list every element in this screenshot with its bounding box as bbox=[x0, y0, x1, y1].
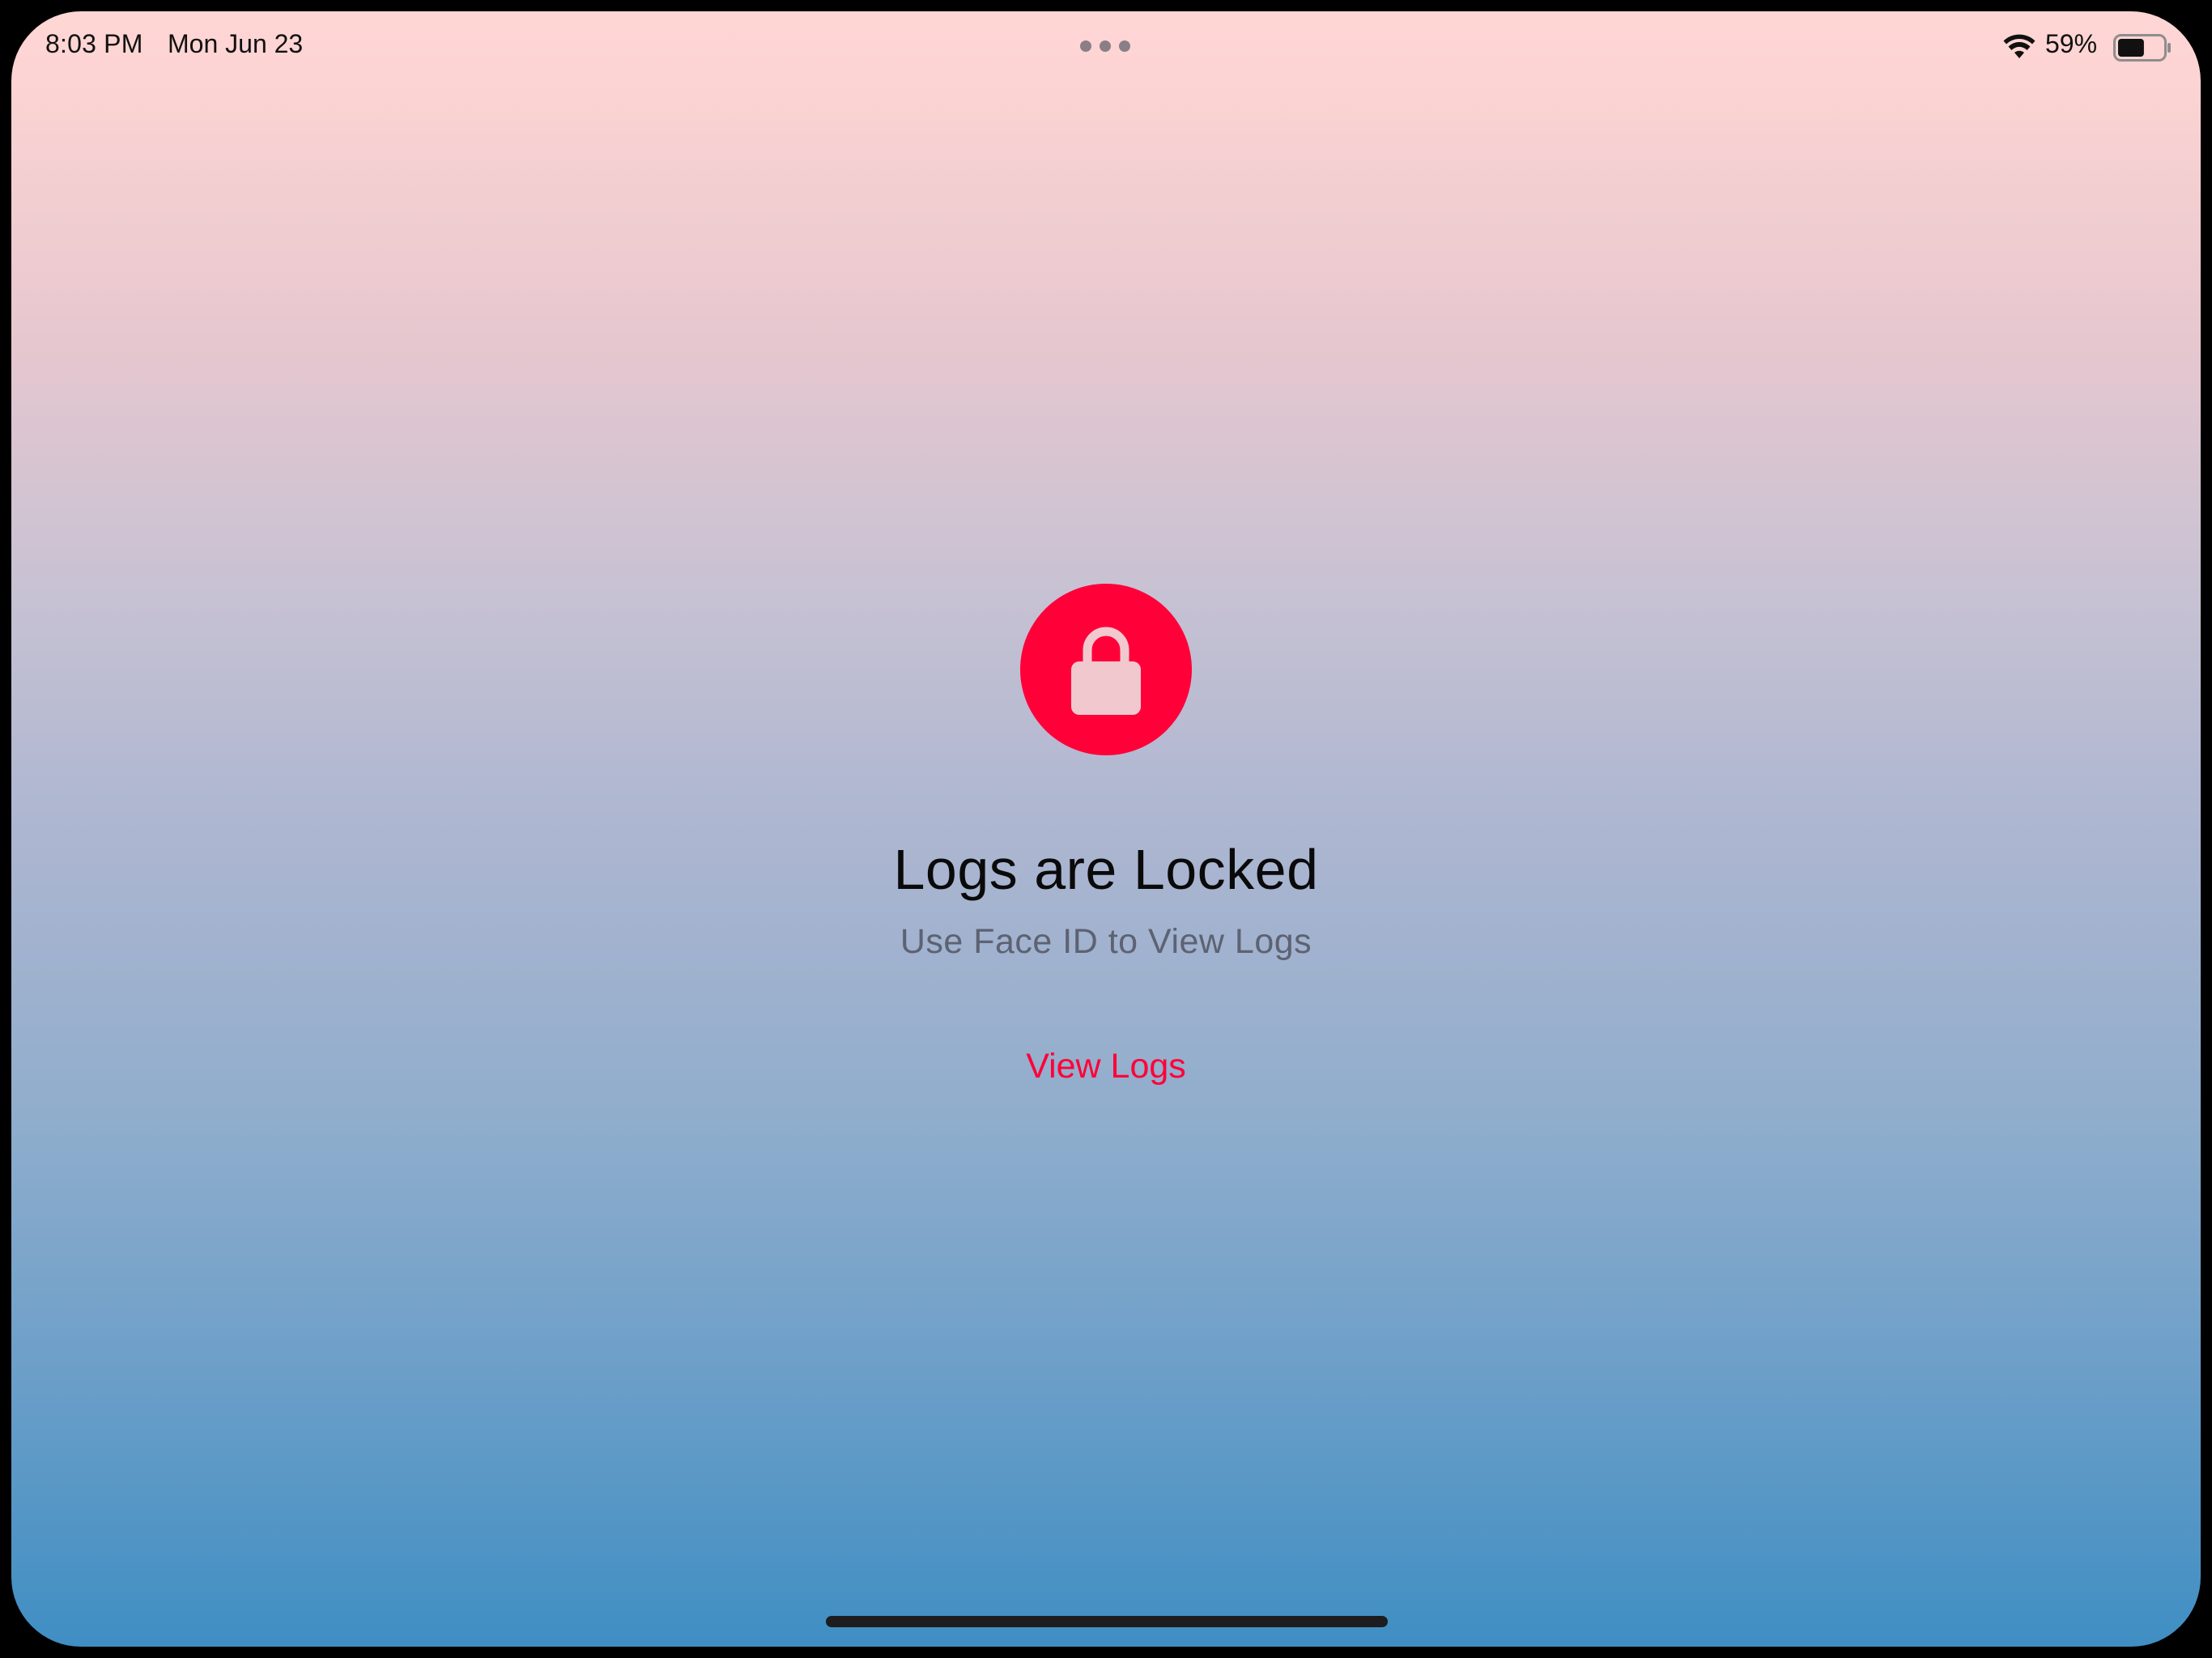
status-bar: 8:03 PM Mon Jun 23 59% bbox=[11, 11, 2201, 76]
battery-percent: 59% bbox=[2045, 29, 2098, 58]
lock-badge bbox=[1020, 584, 1192, 755]
status-time: 8:03 PM bbox=[45, 29, 143, 58]
page-subtitle: Use Face ID to View Logs bbox=[900, 922, 1312, 961]
wifi-icon bbox=[2003, 34, 2035, 58]
app-screen: 8:03 PM Mon Jun 23 59% Logs are Locked U… bbox=[11, 11, 2201, 1647]
multitask-dots-icon[interactable] bbox=[1080, 40, 1130, 52]
lock-icon bbox=[1071, 627, 1141, 715]
page-title: Logs are Locked bbox=[893, 838, 1319, 901]
battery-icon bbox=[2113, 34, 2171, 62]
status-date: Mon Jun 23 bbox=[168, 29, 304, 58]
home-indicator[interactable] bbox=[826, 1616, 1388, 1627]
view-logs-button[interactable]: View Logs bbox=[994, 1038, 1218, 1095]
